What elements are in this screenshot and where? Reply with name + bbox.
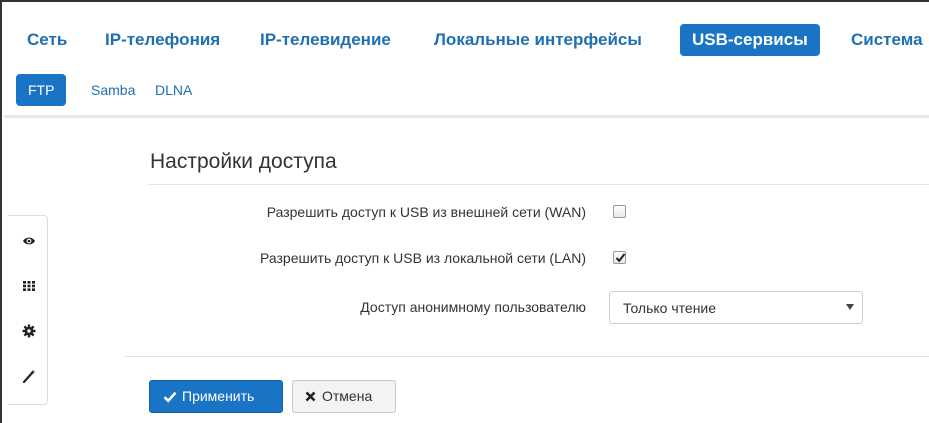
anonymous-access-select[interactable]: Только чтение [609,291,863,324]
section-title-divider [148,184,929,185]
top-nav-item-ip-tv[interactable]: IP-телевидение [260,24,391,56]
gear-icon[interactable] [22,324,36,338]
nav-divider [4,115,929,118]
lan-access-label: Разрешить доступ к USB из локальной сети… [260,250,586,266]
anonymous-access-label: Доступ анонимному пользователю [360,299,586,315]
tab-ftp[interactable]: FTP [16,74,67,106]
top-nav-item-system[interactable]: Система [851,24,923,56]
side-toolbar [8,215,48,405]
grid-icon[interactable] [22,279,36,293]
chevron-down-icon [846,304,854,310]
magic-wand-icon[interactable] [22,369,36,384]
wan-access-label: Разрешить доступ к USB из внешней сети (… [266,204,586,220]
eye-icon[interactable] [22,234,36,248]
cancel-button[interactable]: Отмена [292,380,396,413]
anonymous-access-value: Только чтение [623,300,717,316]
top-nav-item-network[interactable]: Сеть [27,24,67,56]
cancel-button-label: Отмена [322,388,373,404]
check-icon [163,391,177,403]
lan-access-checkbox[interactable] [613,251,626,264]
section-title: Настройки доступа [150,150,337,173]
top-nav-item-usb-services[interactable]: USB-сервисы [680,24,820,56]
form-divider [124,356,929,357]
top-nav-item-local-interfaces[interactable]: Локальные интерфейсы [434,24,642,56]
close-icon [305,391,316,402]
tab-samba[interactable]: Samba [91,74,135,106]
apply-button[interactable]: Применить [149,380,283,413]
checkmark-icon [615,253,626,263]
top-nav: Сеть IP-телефония IP-телевидение Локальн… [2,2,929,72]
app-frame: Сеть IP-телефония IP-телевидение Локальн… [0,0,929,423]
tab-dlna[interactable]: DLNA [155,74,192,106]
top-nav-item-ip-telephony[interactable]: IP-телефония [105,24,220,56]
wan-access-checkbox[interactable] [613,205,626,218]
apply-button-label: Применить [182,388,255,404]
